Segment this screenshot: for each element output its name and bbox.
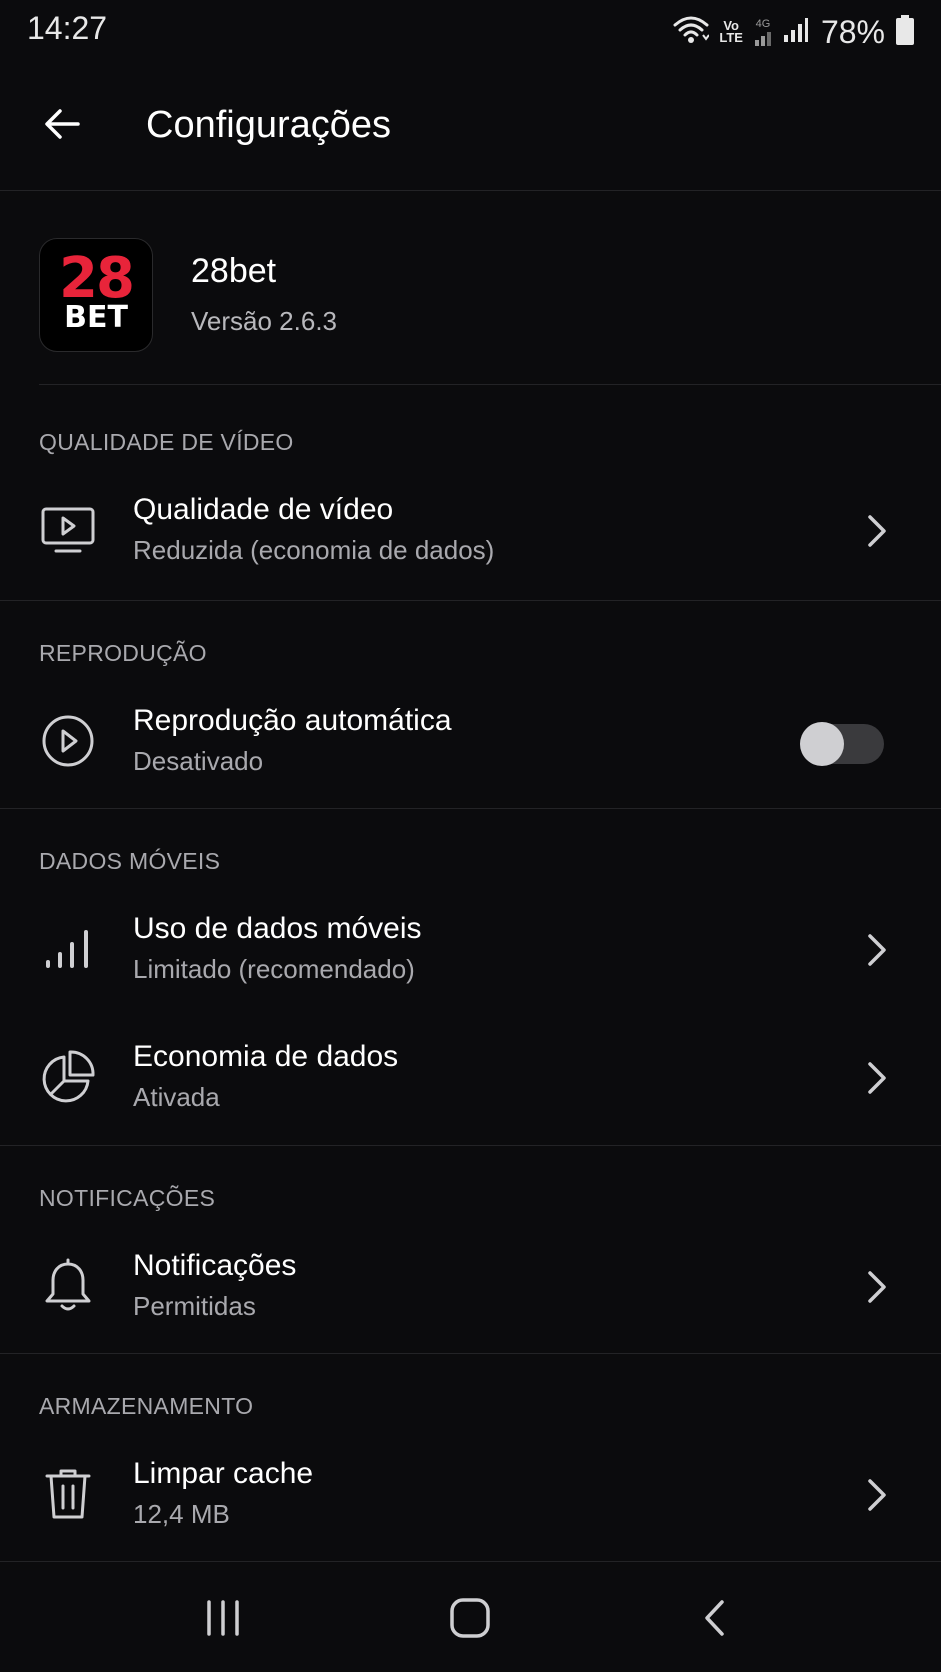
row-subtitle: 12,4 MB [133,1499,230,1529]
row-title: Reprodução automática [133,704,452,737]
arrow-left-icon [45,109,80,139]
autoplay-item[interactable]: Reprodução automática Desativado [0,686,941,796]
section-header: QUALIDADE DE VÍDEO [39,429,294,455]
app-version: Versão 2.6.3 [191,306,337,336]
chevron-right-icon [863,930,891,970]
home-icon [450,1598,490,1638]
home-button[interactable] [435,1588,505,1648]
network-4g-icon: 4G [753,18,773,46]
bell-icon [38,1257,98,1315]
row-subtitle: Desativado [133,746,264,776]
monitor-play-icon [38,501,98,559]
app-name: 28bet [191,252,277,290]
chevron-right-icon [863,1058,891,1098]
chevron-right-icon [863,1475,891,1515]
battery-icon [895,14,915,51]
row-subtitle: Permitidas [133,1291,256,1321]
section-header: ARMAZENAMENTO [39,1393,254,1419]
mobile-data-usage-item[interactable]: Uso de dados móveis Limitado (recomendad… [0,894,941,1004]
status-icons: Vo LTE 4G 78% [673,10,915,54]
section-video-quality: QUALIDADE DE VÍDEO Qualidade de vídeo Re… [0,385,941,601]
system-nav-bar [0,1566,941,1672]
status-time: 14:27 [27,10,108,46]
wifi-icon [673,15,711,50]
section-header: NOTIFICAÇÕES [39,1185,216,1211]
app-bar: Configurações [0,64,941,191]
chevron-right-icon [863,1267,891,1307]
toggle-knob [800,722,844,766]
row-subtitle: Ativada [133,1082,220,1112]
autoplay-toggle[interactable] [800,722,884,766]
section-playback: REPRODUÇÃO Reprodução automática Desativ… [0,600,941,809]
row-subtitle: Limitado (recomendado) [133,954,415,984]
row-title: Notificações [133,1249,297,1282]
page-title: Configurações [146,104,392,146]
row-subtitle: Reduzida (economia de dados) [133,535,495,565]
chevron-right-icon [863,511,891,551]
notifications-item[interactable]: Notificações Permitidas [0,1231,941,1341]
section-notifications: NOTIFICAÇÕES Notificações Permitidas [0,1145,941,1354]
back-button[interactable] [34,96,90,152]
status-bar: 14:27 Vo LTE 4G 78% [0,0,941,64]
recent-apps-icon [207,1600,239,1636]
section-header: DADOS MÓVEIS [39,848,221,874]
section-mobile-data: DADOS MÓVEIS Uso de dados móveis Limitad… [0,808,941,1146]
row-title: Uso de dados móveis [133,912,422,945]
pie-chart-icon [38,1048,98,1106]
row-title: Economia de dados [133,1040,399,1073]
section-storage: ARMAZENAMENTO Limpar cache 12,4 MB [0,1353,941,1562]
battery-percent: 78% [820,13,885,50]
volte-icon: Vo LTE [719,18,743,45]
cell-signal-icon [783,17,809,48]
row-title: Limpar cache [133,1457,314,1490]
chevron-left-icon [705,1600,724,1636]
logo-number: 28 [59,246,135,311]
settings-screen: 14:27 Vo LTE 4G 78% Configurações 28 BET… [0,0,941,1672]
system-back-button[interactable] [680,1588,750,1648]
play-circle-icon [38,712,98,770]
row-title: Qualidade de vídeo [133,493,394,526]
app-info-header: 28 BET 28bet Versão 2.6.3 [39,190,941,385]
trash-icon [38,1465,98,1523]
logo-text: BET [64,300,128,335]
data-saver-item[interactable]: Economia de dados Ativada [0,1022,941,1132]
video-quality-item[interactable]: Qualidade de vídeo Reduzida (economia de… [0,475,941,585]
recent-apps-button[interactable] [188,1588,258,1648]
signal-bars-icon [38,920,98,978]
clear-cache-item[interactable]: Limpar cache 12,4 MB [0,1439,941,1549]
app-logo: 28 BET [39,238,153,352]
section-header: REPRODUÇÃO [39,640,207,666]
